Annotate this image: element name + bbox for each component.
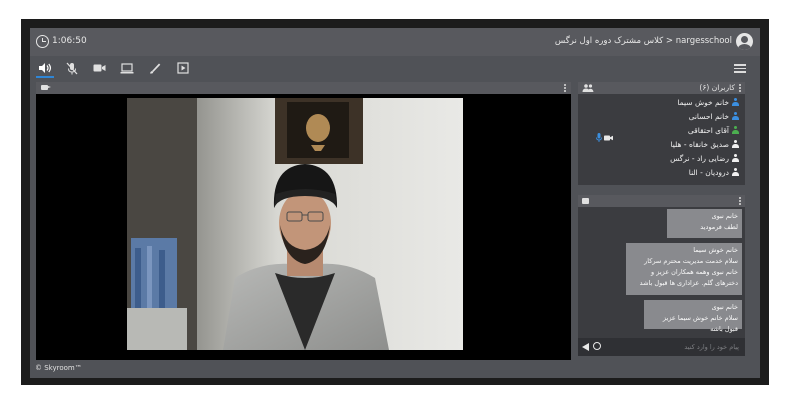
user-icon (732, 140, 739, 148)
user-icon (732, 154, 739, 162)
speaker-button[interactable] (36, 60, 54, 78)
user-list-item[interactable]: خانم احسانی (689, 110, 739, 122)
pen-button[interactable] (146, 60, 164, 76)
message-sender: خانم نبوی (711, 212, 738, 220)
session-timer: 1:06:50 (52, 36, 87, 46)
users-title: کاربران (۶) (699, 83, 735, 92)
video-panel-header (36, 82, 571, 94)
camera-active-icon (604, 135, 613, 140)
user-icon (732, 98, 739, 106)
room-title: nargesschool < کلاس مشترک دوره اول نرگس (554, 36, 732, 46)
user-media-status (596, 133, 613, 142)
chat-panel: خانم نبوی لطف فرمودید خانم خوش سیما سلام… (578, 195, 745, 356)
users-group-icon (582, 84, 594, 92)
chat-panel-header (578, 195, 745, 207)
user-list-item[interactable]: صدیق خانقاه - هلیا (670, 138, 739, 150)
microphone-button[interactable] (63, 60, 81, 76)
toolbar (30, 56, 760, 81)
user-name: خانم خوش سیما (677, 97, 729, 107)
user-name: آقای احتقاقی (687, 125, 729, 135)
chat-message: خانم نبوی لطف فرمودید (667, 209, 742, 238)
presentation-icon (177, 62, 189, 74)
chat-message: خانم خوش سیما سلام خدمت مدیریت محترم سرک… (626, 243, 742, 295)
user-list-item[interactable]: درودیان - النا (689, 166, 739, 178)
camera-button[interactable] (90, 60, 108, 76)
users-panel-header: کاربران (۶) (578, 82, 745, 94)
users-panel: کاربران (۶) خانم خوش سیما خانم احسانی آقای… (578, 82, 745, 185)
message-text: سلام خانم خوش سیما عزیز قبول باشه (662, 314, 738, 333)
chat-input-placeholder: پیام خود را وارد کنید (684, 343, 739, 351)
user-list-item[interactable]: آقای احتقاقی (688, 124, 739, 136)
user-icon (732, 112, 739, 120)
message-sender: خانم خوش سیما (693, 246, 738, 254)
video-panel (36, 82, 571, 360)
user-list-item[interactable]: خانم خوش سیما (677, 96, 739, 108)
menu-icon[interactable] (734, 64, 746, 73)
microphone-off-icon (66, 62, 78, 74)
user-name: رضایی راد - نرگس (670, 153, 729, 163)
user-icon (732, 126, 739, 134)
account-icon[interactable] (736, 33, 753, 50)
user-name: درودیان - النا (688, 167, 729, 177)
pen-icon (150, 63, 161, 74)
video-feed (127, 98, 463, 350)
speaker-icon (39, 63, 52, 73)
send-icon[interactable] (582, 343, 589, 351)
speaker-video-image (127, 98, 463, 350)
chat-icon (582, 198, 589, 204)
user-icon (732, 168, 739, 176)
skyroom-app: 1:06:50 nargesschool < کلاس مشترک دوره ا… (30, 28, 760, 378)
user-list-item[interactable]: رضایی راد - نرگس (670, 152, 739, 164)
top-bar: 1:06:50 nargesschool < کلاس مشترک دوره ا… (30, 28, 760, 56)
chat-message: خانم نبوی سلام خانم خوش سیما عزیز قبول ب… (644, 300, 742, 333)
microphone-active-icon (596, 133, 602, 142)
message-sender: خانم نبوی (711, 303, 738, 311)
video-camera-icon (41, 85, 51, 90)
chat-input[interactable]: پیام خود را وارد کنید (578, 338, 745, 356)
presentation-button[interactable] (174, 60, 192, 76)
user-name: صدیق خانقاه - هلیا (670, 139, 729, 149)
video-options-icon[interactable] (564, 84, 566, 92)
screen-share-icon (120, 62, 134, 73)
emoji-icon[interactable] (593, 342, 601, 350)
message-text: سلام خدمت مدیریت محترم سرکار خانم نبوی و… (639, 257, 738, 287)
user-name: خانم احسانی (688, 111, 729, 121)
camera-icon (93, 64, 105, 72)
users-options-icon[interactable] (739, 84, 741, 92)
footer-brand: © Skyroom™ (35, 364, 82, 372)
message-text: لطف فرمودید (700, 223, 738, 231)
clock-icon (36, 35, 49, 48)
chat-options-icon[interactable] (739, 197, 741, 205)
screen-share-button[interactable] (118, 60, 136, 76)
